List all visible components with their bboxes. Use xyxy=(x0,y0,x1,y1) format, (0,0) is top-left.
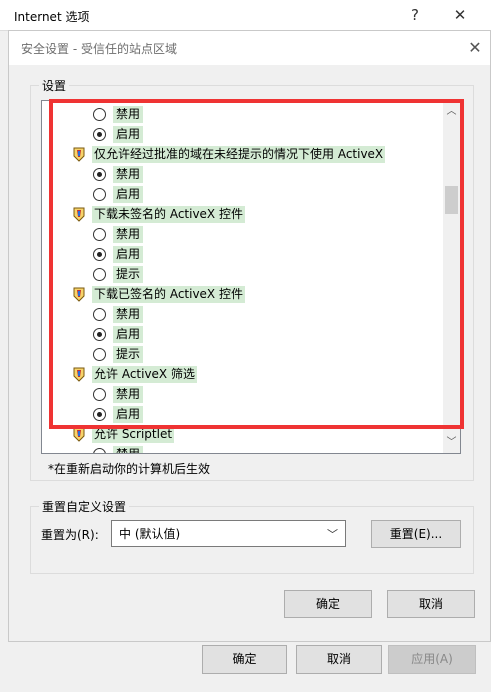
vertical-scrollbar[interactable]: ︿ ﹀ xyxy=(443,101,460,453)
scroll-up-icon[interactable]: ︿ xyxy=(443,103,460,120)
setting-option[interactable]: 启用 xyxy=(42,404,442,424)
setting-option-label[interactable]: 启用 xyxy=(113,405,144,423)
setting-shield-icon xyxy=(73,147,85,162)
radio-checked[interactable] xyxy=(93,407,106,421)
setting-option-label[interactable]: 启用 xyxy=(113,185,144,203)
settings-group-label: 设置 xyxy=(42,79,67,93)
setting-category-label: 下载未签名的 ActiveX 控件 xyxy=(92,205,245,223)
help-icon[interactable]: ? xyxy=(400,4,430,26)
setting-shield-icon xyxy=(73,207,85,222)
setting-option-label[interactable]: 禁用 xyxy=(113,225,144,243)
setting-option-label[interactable]: 禁用 xyxy=(113,105,144,123)
setting-category: 允许 Scriptlet xyxy=(42,424,442,444)
radio-unchecked[interactable] xyxy=(93,307,106,321)
scroll-down-icon[interactable]: ﹀ xyxy=(443,434,460,451)
setting-option[interactable]: 提示 xyxy=(42,344,442,364)
setting-option-label[interactable]: 禁用 xyxy=(113,385,144,403)
dialog-title: 安全设置 - 受信任的站点区域 xyxy=(21,42,177,56)
restart-note: *在重新启动你的计算机后生效 xyxy=(48,462,211,476)
chevron-down-icon: ﹀ xyxy=(327,528,338,541)
setting-shield-icon xyxy=(73,367,85,382)
setting-category: 仅允许经过批准的域在未经提示的情况下使用 ActiveX xyxy=(42,144,442,164)
setting-option[interactable]: 提示 xyxy=(42,264,442,284)
setting-option-label[interactable]: 提示 xyxy=(113,345,144,363)
radio-unchecked[interactable] xyxy=(93,447,106,453)
setting-option[interactable]: 启用 xyxy=(42,244,442,264)
setting-option[interactable]: 启用 xyxy=(42,124,442,144)
setting-option-label[interactable]: 禁用 xyxy=(113,445,144,453)
setting-shield-icon xyxy=(73,287,85,302)
radio-unchecked[interactable] xyxy=(93,227,106,241)
setting-option[interactable]: 启用 xyxy=(42,184,442,204)
outer-close-icon[interactable]: ✕ xyxy=(445,4,475,26)
setting-shield-icon xyxy=(73,427,85,442)
radio-checked[interactable] xyxy=(93,167,106,181)
radio-unchecked[interactable] xyxy=(93,187,106,201)
dialog-ok-button[interactable]: 确定 xyxy=(284,590,372,618)
settings-listbox[interactable]: 禁用 启用 仅允许经过批准的域在未经提示的情况下使用 ActiveX 禁用 启用 下载未签… xyxy=(41,100,461,454)
reset-level-value: 中 (默认值) xyxy=(119,527,181,541)
setting-category: 下载未签名的 ActiveX 控件 xyxy=(42,204,442,224)
setting-option[interactable]: 禁用 xyxy=(42,164,442,184)
setting-option[interactable]: 禁用 xyxy=(42,104,442,124)
outer-ok-button[interactable]: 确定 xyxy=(202,645,287,674)
outer-apply-button: 应用(A) xyxy=(388,645,476,674)
radio-unchecked[interactable] xyxy=(93,347,106,361)
scroll-thumb[interactable] xyxy=(445,186,458,214)
radio-unchecked[interactable] xyxy=(93,267,106,281)
reset-button[interactable]: 重置(E)... xyxy=(371,520,461,548)
setting-category-label: 下载已签名的 ActiveX 控件 xyxy=(92,285,245,303)
setting-option[interactable]: 禁用 xyxy=(42,444,442,453)
dialog-titlebar: 安全设置 - 受信任的站点区域 ✕ xyxy=(9,31,490,65)
outer-titlebar: Internet 选项 ? ✕ xyxy=(0,0,491,31)
setting-option-label[interactable]: 启用 xyxy=(113,125,144,143)
radio-checked[interactable] xyxy=(93,327,106,341)
setting-option-label[interactable]: 启用 xyxy=(113,245,144,263)
outer-window-title: Internet 选项 xyxy=(14,10,90,24)
setting-category: 下载已签名的 ActiveX 控件 xyxy=(42,284,442,304)
reset-to-label: 重置为(R): xyxy=(41,528,99,542)
dialog-close-icon[interactable]: ✕ xyxy=(462,35,488,61)
radio-checked[interactable] xyxy=(93,127,106,141)
setting-option-label[interactable]: 禁用 xyxy=(113,165,144,183)
dialog-cancel-button[interactable]: 取消 xyxy=(387,590,475,618)
setting-category-label: 允许 Scriptlet xyxy=(92,425,175,443)
setting-option-label[interactable]: 启用 xyxy=(113,325,144,343)
outer-cancel-button[interactable]: 取消 xyxy=(296,645,382,674)
setting-option[interactable]: 禁用 xyxy=(42,224,442,244)
setting-option[interactable]: 禁用 xyxy=(42,384,442,404)
radio-unchecked[interactable] xyxy=(93,107,106,121)
radio-unchecked[interactable] xyxy=(93,387,106,401)
setting-option[interactable]: 禁用 xyxy=(42,304,442,324)
setting-category-label: 允许 ActiveX 筛选 xyxy=(92,365,197,383)
setting-category: 允许 ActiveX 筛选 xyxy=(42,364,442,384)
reset-group-label: 重置自定义设置 xyxy=(42,500,127,514)
setting-option[interactable]: 启用 xyxy=(42,324,442,344)
reset-level-select[interactable]: 中 (默认值) ﹀ xyxy=(111,520,346,547)
setting-option-label[interactable]: 提示 xyxy=(113,265,144,283)
radio-checked[interactable] xyxy=(93,247,106,261)
setting-category-label: 仅允许经过批准的域在未经提示的情况下使用 ActiveX xyxy=(92,145,386,163)
setting-option-label[interactable]: 禁用 xyxy=(113,305,144,323)
